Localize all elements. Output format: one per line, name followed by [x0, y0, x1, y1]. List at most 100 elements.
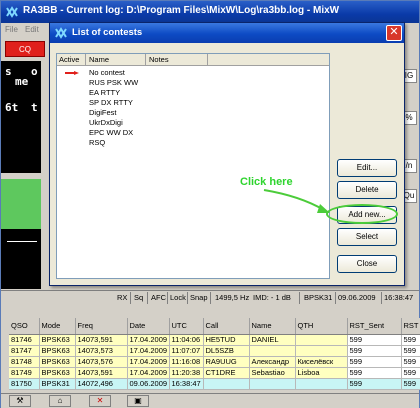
- col-active-header[interactable]: Active: [59, 55, 79, 64]
- col-header[interactable]: Freq: [75, 318, 128, 335]
- menu-edit[interactable]: Edit: [25, 25, 39, 34]
- col-notes-header[interactable]: Notes: [149, 55, 169, 64]
- contest-name: EA RTTY: [89, 88, 121, 97]
- qso-cell[interactable]: RA9UUG: [203, 356, 250, 368]
- save-icon[interactable]: ▣: [127, 395, 149, 407]
- qso-cell[interactable]: 11:16:08: [169, 356, 204, 368]
- list-item[interactable]: EPC WW DX: [57, 128, 329, 138]
- qso-cell[interactable]: 81746: [9, 334, 40, 346]
- waterfall-panel[interactable]: [1, 179, 41, 229]
- qso-cell[interactable]: Sebastiao: [249, 367, 296, 379]
- edit-qso-icon[interactable]: ⚒: [9, 395, 31, 407]
- qso-cell[interactable]: 11:07:07: [169, 345, 204, 357]
- qso-cell[interactable]: BPSK63: [39, 334, 76, 346]
- col-header[interactable]: RST_Sent: [347, 318, 402, 335]
- qso-cell[interactable]: 17.04.2009: [127, 345, 170, 357]
- list-item[interactable]: RUS PSK WW: [57, 78, 329, 88]
- col-header[interactable]: Date: [127, 318, 170, 335]
- table-row[interactable]: 81748 BPSK63 14073,576 17.04.2009 11:16:…: [9, 356, 420, 368]
- qso-cell[interactable]: BPSK63: [39, 356, 76, 368]
- qso-cell[interactable]: HE5TUD: [203, 334, 250, 346]
- table-row[interactable]: 81746 BPSK63 14073,591 17.04.2009 11:04:…: [9, 334, 420, 346]
- qso-cell[interactable]: 17.04.2009: [127, 356, 170, 368]
- qso-cell[interactable]: 599: [347, 378, 402, 390]
- qso-cell[interactable]: 17.04.2009: [127, 334, 170, 346]
- mixw-app-icon: [6, 6, 18, 18]
- qso-cell[interactable]: [295, 378, 348, 390]
- close-icon[interactable]: ✕: [386, 25, 402, 41]
- qso-cell[interactable]: 81749: [9, 367, 40, 379]
- table-row-selected[interactable]: 81750 BPSK31 14072,496 09.06.2009 16:38:…: [9, 378, 420, 390]
- dialog-title: List of contests: [72, 27, 143, 38]
- col-header[interactable]: RST: [401, 318, 420, 335]
- edit-button[interactable]: Edit...: [337, 159, 397, 177]
- close-button[interactable]: Close: [337, 255, 397, 273]
- home-icon[interactable]: ⌂: [49, 395, 71, 407]
- qso-cell[interactable]: 14073,591: [75, 334, 128, 346]
- qso-cell[interactable]: 16:38:47: [169, 378, 204, 390]
- qso-cell[interactable]: 14073,573: [75, 345, 128, 357]
- list-item[interactable]: RSQ: [57, 138, 329, 148]
- col-header[interactable]: QSO: [9, 318, 40, 335]
- list-item[interactable]: EA RTTY: [57, 88, 329, 98]
- status-snap[interactable]: Snap: [190, 293, 208, 302]
- mixw-app-icon: [55, 27, 67, 39]
- delete-icon[interactable]: ✕: [89, 395, 111, 407]
- list-item[interactable]: DigiFest: [57, 108, 329, 118]
- qso-cell[interactable]: 599: [401, 367, 420, 379]
- qso-cell[interactable]: 14072,496: [75, 378, 128, 390]
- qso-cell[interactable]: 14073,576: [75, 356, 128, 368]
- table-row[interactable]: 81749 BPSK63 14073,591 17.04.2009 11:20:…: [9, 367, 420, 379]
- col-header[interactable]: Mode: [39, 318, 76, 335]
- menu-file[interactable]: File: [5, 25, 18, 34]
- qso-cell[interactable]: 599: [401, 334, 420, 346]
- qso-cell[interactable]: 599: [401, 356, 420, 368]
- qso-cell[interactable]: Lisboa: [295, 367, 348, 379]
- qso-cell[interactable]: 81748: [9, 356, 40, 368]
- qso-cell[interactable]: [249, 345, 296, 357]
- col-name-header[interactable]: Name: [89, 55, 109, 64]
- col-header[interactable]: Call: [203, 318, 250, 335]
- qso-cell[interactable]: 09.06.2009: [127, 378, 170, 390]
- qso-cell[interactable]: DL5SZB: [203, 345, 250, 357]
- qso-cell[interactable]: BPSK63: [39, 345, 76, 357]
- qso-cell[interactable]: BPSK63: [39, 367, 76, 379]
- col-header[interactable]: QTH: [295, 318, 348, 335]
- qso-cell[interactable]: 11:20:38: [169, 367, 204, 379]
- qso-cell[interactable]: [295, 334, 348, 346]
- status-rx[interactable]: RX: [117, 293, 127, 302]
- list-item[interactable]: SP DX RTTY: [57, 98, 329, 108]
- qso-cell[interactable]: [203, 378, 250, 390]
- qso-cell[interactable]: CT1DRE: [203, 367, 250, 379]
- table-row[interactable]: 81747 BPSK63 14073,573 17.04.2009 11:07:…: [9, 345, 420, 357]
- qso-cell[interactable]: 17.04.2009: [127, 367, 170, 379]
- qso-cell[interactable]: 81750: [9, 378, 40, 390]
- qso-cell[interactable]: 599: [347, 334, 402, 346]
- qso-cell[interactable]: Александр: [249, 356, 296, 368]
- select-button[interactable]: Select: [337, 228, 397, 246]
- qso-cell[interactable]: Киселёвск: [295, 356, 348, 368]
- qso-cell[interactable]: 599: [347, 356, 402, 368]
- contest-list[interactable]: Active Name Notes No contest RUS PSK WW …: [56, 53, 330, 279]
- status-afc[interactable]: AFC: [151, 293, 166, 302]
- spectrum-panel[interactable]: [1, 229, 41, 289]
- cq-button[interactable]: CQ: [5, 41, 45, 57]
- list-item[interactable]: No contest: [57, 68, 329, 78]
- qso-cell[interactable]: BPSK31: [39, 378, 76, 390]
- status-lock[interactable]: Lock: [170, 293, 186, 302]
- qso-cell[interactable]: 599: [401, 378, 420, 390]
- col-header[interactable]: UTC: [169, 318, 204, 335]
- main-window-title: RA3BB - Current log: D:\Program Files\Mi…: [23, 5, 340, 16]
- qso-cell[interactable]: 14073,591: [75, 367, 128, 379]
- qso-cell[interactable]: 81747: [9, 345, 40, 357]
- qso-cell[interactable]: 599: [347, 367, 402, 379]
- qso-cell[interactable]: [295, 345, 348, 357]
- col-header[interactable]: Name: [249, 318, 296, 335]
- list-item[interactable]: UkrDxDigi: [57, 118, 329, 128]
- qso-cell[interactable]: 599: [347, 345, 402, 357]
- status-sq[interactable]: Sq: [134, 293, 143, 302]
- qso-cell[interactable]: [249, 378, 296, 390]
- qso-cell[interactable]: DANIEL: [249, 334, 296, 346]
- qso-cell[interactable]: 599: [401, 345, 420, 357]
- qso-cell[interactable]: 11:04:06: [169, 334, 204, 346]
